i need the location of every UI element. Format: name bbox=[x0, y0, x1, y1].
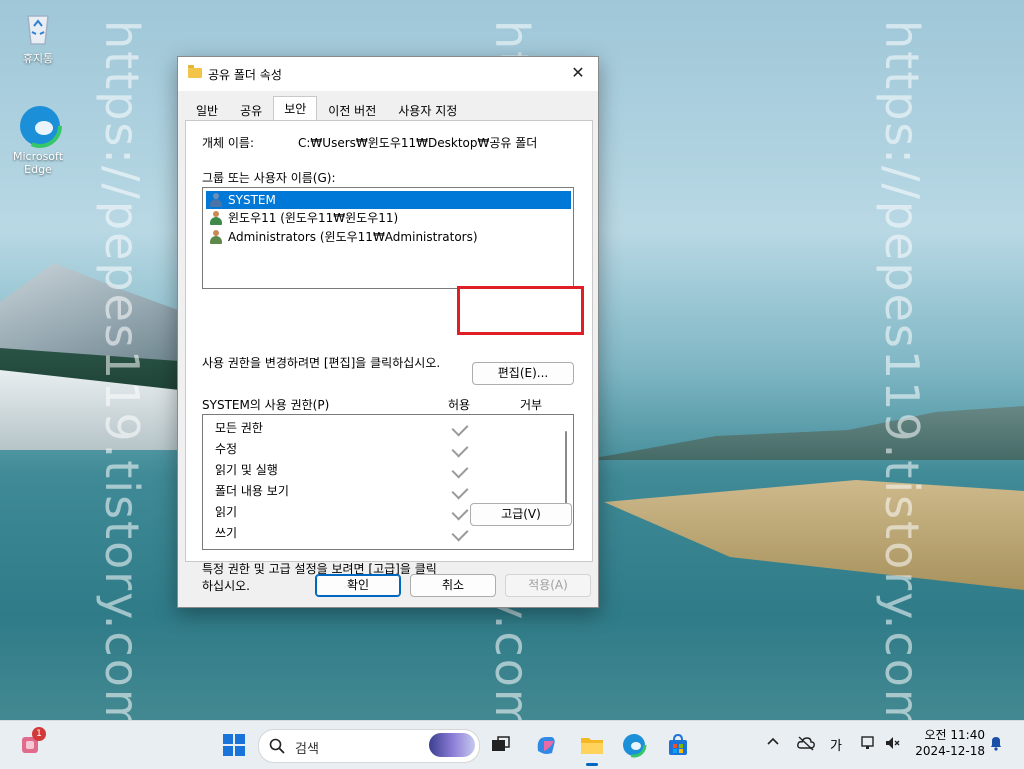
widgets-button[interactable]: 1 bbox=[16, 727, 48, 761]
permission-row: 읽기 및 실행 bbox=[215, 463, 278, 477]
wallpaper-hills bbox=[584, 406, 1024, 460]
start-button[interactable] bbox=[218, 729, 250, 761]
permission-row: 읽기 bbox=[215, 505, 238, 519]
ime-indicator[interactable]: 가 bbox=[830, 735, 842, 754]
permission-row: 폴더 내용 보기 bbox=[215, 484, 289, 498]
tab-general[interactable]: 일반 bbox=[185, 98, 230, 121]
network-icon bbox=[861, 736, 874, 749]
user-item-windows11[interactable]: 윈도우11 (윈도우11₩윈도우11) bbox=[206, 209, 398, 227]
apply-button[interactable]: 적용(A) bbox=[505, 574, 591, 597]
permissions-title: SYSTEM의 사용 권한(P) bbox=[202, 398, 330, 412]
allow-check-icon bbox=[451, 482, 469, 500]
edit-button[interactable]: 편집(E)... bbox=[472, 362, 574, 385]
users-group-icon bbox=[209, 230, 223, 244]
watermark-text: https://pepes119.tistory.com/ bbox=[875, 20, 929, 754]
security-panel: 개체 이름: C:₩Users₩윈도우11₩Desktop₩공유 폴더 그룹 또… bbox=[185, 120, 593, 593]
recycle-bin-icon bbox=[18, 8, 58, 48]
copilot-icon bbox=[537, 737, 555, 754]
dialog-titlebar[interactable]: 공유 폴더 속성 ✕ bbox=[178, 57, 598, 91]
permission-row: 수정 bbox=[215, 442, 238, 456]
highlight-box bbox=[457, 286, 584, 335]
show-hidden-icons-button[interactable] bbox=[766, 735, 780, 753]
copilot-button[interactable] bbox=[530, 729, 562, 761]
wallpaper-grass bbox=[604, 480, 1024, 590]
bell-icon bbox=[991, 737, 1001, 751]
users-group-icon bbox=[209, 193, 223, 207]
tab-security[interactable]: 보안 bbox=[273, 96, 318, 122]
object-name-value: C:₩Users₩윈도우11₩Desktop₩공유 폴더 bbox=[298, 136, 538, 150]
cloud-offline-icon bbox=[797, 736, 815, 751]
notification-badge: 1 bbox=[32, 727, 46, 741]
taskbar: 1 검색 가 오전 11:40 2024-12-18 bbox=[0, 720, 1024, 769]
windows-logo-icon bbox=[223, 734, 245, 756]
object-name-label: 개체 이름: bbox=[202, 136, 255, 150]
allow-check-icon bbox=[451, 524, 469, 542]
taskbar-search[interactable]: 검색 bbox=[258, 729, 480, 763]
advanced-button[interactable]: 고급(V) bbox=[470, 503, 572, 526]
onedrive-button[interactable] bbox=[796, 735, 816, 755]
allow-check-icon bbox=[451, 440, 469, 458]
tab-previous-versions[interactable]: 이전 버전 bbox=[317, 98, 388, 121]
clock-time: 오전 11:40 bbox=[924, 728, 985, 742]
folder-icon bbox=[188, 65, 202, 78]
permission-row: 쓰기 bbox=[215, 526, 238, 540]
notification-button[interactable] bbox=[988, 735, 1004, 755]
tab-customize[interactable]: 사용자 지정 bbox=[387, 98, 469, 121]
dialog-title: 공유 폴더 속성 bbox=[208, 68, 282, 82]
clock[interactable]: 오전 11:40 2024-12-18 bbox=[915, 727, 985, 759]
volume-muted-icon bbox=[886, 737, 900, 749]
desktop-icon-label: Microsoft Edge bbox=[12, 150, 64, 176]
edge-taskbar-button[interactable] bbox=[618, 729, 650, 761]
active-indicator bbox=[586, 763, 598, 766]
edit-hint: 사용 권한을 변경하려면 [편집]을 클릭하십시오. bbox=[202, 356, 441, 370]
permission-row: 모든 권한 bbox=[215, 421, 263, 435]
task-view-icon bbox=[492, 736, 510, 751]
allow-check-icon bbox=[451, 461, 469, 479]
permissions-allow-header: 허용 bbox=[448, 398, 471, 412]
ok-button[interactable]: 확인 bbox=[315, 574, 401, 597]
user-item-administrators[interactable]: Administrators (윈도우11₩Administrators) bbox=[206, 228, 478, 246]
edge-icon bbox=[18, 104, 62, 148]
chevron-up-icon bbox=[767, 737, 779, 745]
network-button[interactable] bbox=[860, 735, 878, 755]
group-label: 그룹 또는 사용자 이름(G): bbox=[202, 171, 336, 185]
volume-button[interactable] bbox=[884, 735, 902, 755]
allow-check-icon bbox=[451, 503, 469, 521]
desktop-icon-edge[interactable]: Microsoft Edge bbox=[6, 104, 70, 176]
search-highlight-image bbox=[429, 733, 475, 757]
tab-bar: 일반 공유 보안 이전 버전 사용자 지정 bbox=[185, 96, 469, 122]
user-item-system[interactable]: SYSTEM bbox=[206, 191, 571, 209]
users-listbox[interactable]: SYSTEM 윈도우11 (윈도우11₩윈도우11) Administrator… bbox=[202, 187, 574, 289]
close-button[interactable]: ✕ bbox=[564, 61, 592, 85]
permissions-deny-header: 거부 bbox=[520, 398, 543, 412]
folder-icon bbox=[581, 738, 603, 754]
permissions-list[interactable]: 모든 권한 수정 읽기 및 실행 폴더 내용 보기 읽기 쓰기 bbox=[202, 414, 574, 550]
task-view-button[interactable] bbox=[484, 729, 516, 761]
allow-check-icon bbox=[451, 419, 469, 437]
desktop-icon-recycle-bin[interactable]: 휴지통 bbox=[6, 8, 70, 66]
edge-icon bbox=[621, 732, 647, 758]
clock-date: 2024-12-18 bbox=[915, 744, 985, 758]
store-icon bbox=[669, 733, 687, 755]
desktop-icon-label: 휴지통 bbox=[22, 52, 54, 65]
tab-sharing[interactable]: 공유 bbox=[229, 98, 274, 121]
store-button[interactable] bbox=[662, 729, 694, 761]
file-explorer-button[interactable] bbox=[576, 729, 608, 766]
search-icon bbox=[269, 738, 285, 754]
user-icon bbox=[209, 211, 223, 225]
search-placeholder: 검색 bbox=[295, 742, 319, 757]
cancel-button[interactable]: 취소 bbox=[410, 574, 496, 597]
